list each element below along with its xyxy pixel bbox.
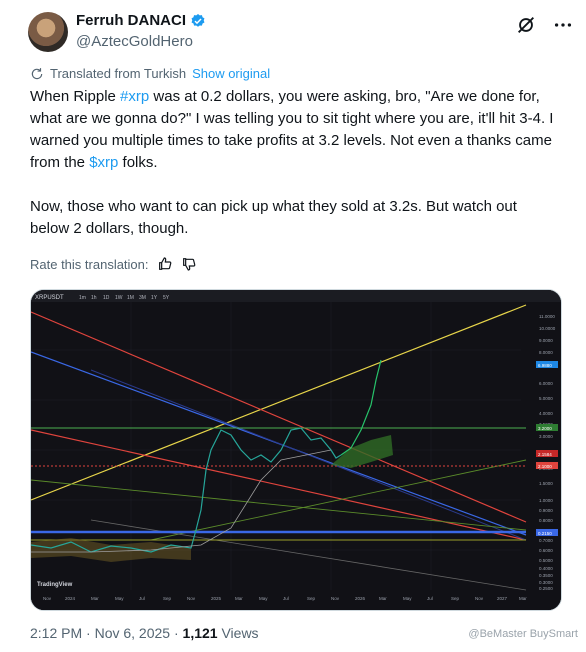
chart-image[interactable]: XRPUSDT 1m 1h 1D 1W 1M 3M 1Y 5Y 11.0000 … bbox=[30, 289, 562, 611]
price-label: 10.0000 bbox=[539, 326, 556, 331]
price-label: 6.0000 bbox=[539, 381, 553, 386]
price-label: 0.2500 bbox=[539, 586, 553, 591]
price-label: 1.5000 bbox=[539, 481, 553, 486]
date-label: Mar bbox=[519, 596, 527, 601]
date-label: May bbox=[115, 596, 124, 601]
price-label: 3.0000 bbox=[539, 434, 553, 439]
date-label: Sep bbox=[307, 596, 316, 601]
tweet-footer: 2:12 PM · Nov 6, 2025 · 1,121 Views bbox=[30, 625, 259, 641]
date-label: Nov bbox=[187, 596, 196, 601]
date-label: Jul bbox=[427, 596, 433, 601]
date-label: Jul bbox=[283, 596, 289, 601]
tweet-text-part: When Ripple bbox=[30, 88, 121, 105]
interval-3m[interactable]: 3M bbox=[139, 295, 146, 301]
price-tag: 0.2150 bbox=[538, 531, 552, 536]
author-name-row: Ferruh DANACI bbox=[76, 12, 206, 29]
interval-1m[interactable]: 1m bbox=[79, 295, 86, 301]
tradingview-chart: XRPUSDT 1m 1h 1D 1W 1M 3M 1Y 5Y 11.0000 … bbox=[31, 290, 561, 610]
date-label: Mar bbox=[379, 596, 387, 601]
thumbs-down-icon[interactable] bbox=[181, 256, 197, 272]
date-label: Nov bbox=[43, 596, 52, 601]
price-label: 9.0000 bbox=[539, 338, 553, 343]
price-label: 0.7000 bbox=[539, 538, 553, 543]
date-label: 2027 bbox=[497, 596, 508, 601]
price-label: 4.0000 bbox=[539, 411, 553, 416]
translation-notice: Translated from Turkish Show original bbox=[30, 66, 270, 81]
price-tag: 2.1584 bbox=[538, 452, 552, 457]
date-axis-bg bbox=[31, 592, 561, 610]
cashtag-xrp-link[interactable]: $xrp bbox=[89, 154, 118, 171]
author-handle[interactable]: @AztecGoldHero bbox=[76, 33, 193, 50]
date-label: Sep bbox=[163, 596, 172, 601]
chart-toolbar bbox=[31, 290, 561, 302]
date-label: 2024 bbox=[65, 596, 76, 601]
tradingview-logo: TradingView bbox=[37, 582, 73, 588]
more-options-icon[interactable] bbox=[552, 14, 574, 36]
hashtag-xrp-link[interactable]: #xrp bbox=[120, 88, 149, 105]
date-label: May bbox=[259, 596, 268, 601]
interval-1y[interactable]: 1Y bbox=[151, 295, 158, 301]
interval-1h[interactable]: 1h bbox=[91, 295, 97, 301]
grok-icon[interactable] bbox=[515, 14, 537, 36]
thumbs-up-icon[interactable] bbox=[157, 256, 173, 272]
date-label: Sep bbox=[451, 596, 460, 601]
price-label: 0.3000 bbox=[539, 580, 553, 585]
price-label: 0.4000 bbox=[539, 566, 553, 571]
date-label: May bbox=[403, 596, 412, 601]
tweet-text-paragraph-2: Now, those who want to can pick up what … bbox=[30, 198, 522, 237]
price-label: 0.8000 bbox=[539, 518, 553, 523]
price-tag: 2.1000 bbox=[538, 464, 552, 469]
date-axis: Nov 2024 Mar May Jul Sep Nov 2025 Mar Ma… bbox=[43, 596, 527, 601]
rate-translation: Rate this translation: bbox=[30, 256, 197, 272]
display-name[interactable]: Ferruh DANACI bbox=[76, 12, 186, 29]
verified-badge-icon bbox=[191, 13, 205, 27]
tweet-timestamp[interactable]: 2:12 PM · Nov 6, 2025 · bbox=[30, 625, 183, 641]
interval-5y[interactable]: 5Y bbox=[163, 295, 170, 301]
translation-label: Translated from Turkish bbox=[50, 66, 187, 81]
translate-icon bbox=[31, 67, 43, 79]
price-label: 8.0000 bbox=[539, 350, 553, 355]
show-original-link[interactable]: Show original bbox=[192, 66, 270, 81]
rate-label: Rate this translation: bbox=[30, 256, 149, 272]
price-label: 0.9000 bbox=[539, 508, 553, 513]
tweet-text: When Ripple #xrp was at 0.2 dollars, you… bbox=[30, 86, 560, 240]
watermark-text: @BeMaster BuySmart bbox=[468, 628, 578, 640]
price-tag: 3.2000 bbox=[538, 426, 552, 431]
price-label: 0.3500 bbox=[539, 573, 553, 578]
date-label: Mar bbox=[235, 596, 243, 601]
price-tag: 6.9880 bbox=[538, 363, 552, 368]
date-label: Nov bbox=[475, 596, 484, 601]
date-label: 2026 bbox=[355, 596, 366, 601]
interval-1d[interactable]: 1D bbox=[103, 295, 110, 301]
price-label: 5.0000 bbox=[539, 396, 553, 401]
price-label: 0.6000 bbox=[539, 548, 553, 553]
date-label: Nov bbox=[331, 596, 340, 601]
toolbar-symbol[interactable]: XRPUSDT bbox=[35, 295, 64, 301]
interval-1mo[interactable]: 1M bbox=[127, 295, 134, 301]
interval-1w[interactable]: 1W bbox=[115, 295, 123, 301]
avatar[interactable] bbox=[28, 12, 68, 52]
date-label: Jul bbox=[139, 596, 145, 601]
views-label: Views bbox=[217, 625, 259, 641]
price-label: 11.0000 bbox=[539, 314, 555, 319]
price-label: 1.0000 bbox=[539, 498, 553, 503]
views-count: 1,121 bbox=[182, 625, 218, 641]
date-label: Mar bbox=[91, 596, 99, 601]
date-label: 2025 bbox=[211, 596, 222, 601]
price-label: 0.5000 bbox=[539, 558, 553, 563]
tweet-text-part: folks. bbox=[118, 154, 158, 171]
